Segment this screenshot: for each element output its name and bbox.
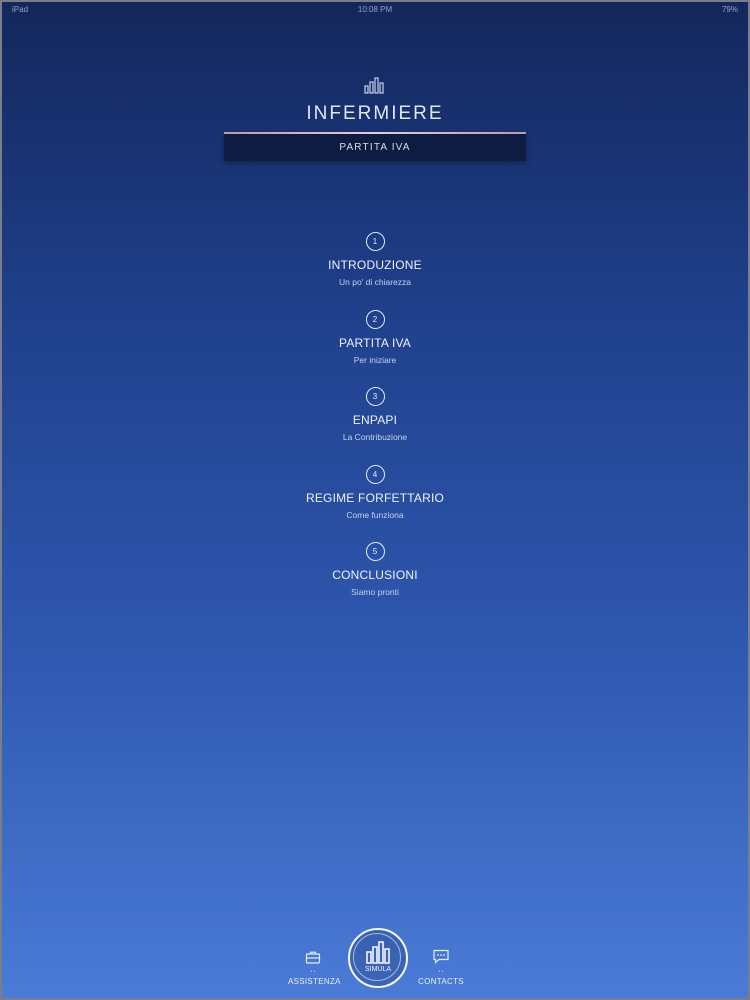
- tab-label: CONTACTS: [418, 977, 464, 986]
- status-time: 10:08 PM: [357, 4, 393, 14]
- chat-bubble-icon: [432, 949, 450, 968]
- header: INFERMIERE PARTITA IVA: [2, 76, 748, 161]
- menu-item-title: CONCLUSIONI: [332, 568, 418, 582]
- menu-item-title: INTRODUZIONE: [328, 258, 422, 272]
- chapter-menu: 1 INTRODUZIONE Un po' di chiarezza 2 PAR…: [2, 232, 748, 620]
- menu-item-subtitle: Un po' di chiarezza: [338, 277, 412, 287]
- status-bar: iPad 10:08 PM 79%: [2, 2, 748, 16]
- menu-item-subtitle: La Contribuzione: [342, 432, 408, 442]
- status-battery: 79%: [721, 4, 738, 14]
- step-number-circle: 2: [365, 309, 385, 329]
- simula-button[interactable]: SIMULA: [348, 928, 408, 988]
- bar-chart-icon: [365, 940, 391, 969]
- menu-item-regime-forfettario[interactable]: 4 REGIME FORFETTARIO Come funziona: [2, 464, 748, 543]
- menu-item-conclusioni[interactable]: 5 CONCLUSIONI Siamo pronti: [2, 542, 748, 620]
- step-number-circle: 5: [365, 542, 385, 561]
- section-subtitle: PARTITA IVA: [339, 142, 411, 153]
- menu-item-title: PARTITA IVA: [339, 335, 411, 350]
- menu-item-subtitle: Per iniziare: [353, 354, 397, 365]
- menu-item-subtitle: Come funziona: [346, 509, 404, 520]
- app-title: INFERMIERE: [306, 103, 444, 124]
- app-screen: iPad 10:08 PM 79% INFERMIERE PARTITA IVA…: [0, 0, 750, 1000]
- tab-indicator-dots: • •: [310, 969, 316, 975]
- menu-item-title: ENPAPI: [352, 413, 398, 427]
- menu-item-introduzione[interactable]: 1 INTRODUZIONE Un po' di chiarezza: [2, 232, 748, 310]
- menu-item-enpapi[interactable]: 3 ENPAPI La Contribuzione: [2, 387, 748, 465]
- menu-item-title: REGIME FORFETTARIO: [305, 490, 445, 505]
- tab-assistenza[interactable]: • • ASSISTENZA: [288, 950, 341, 986]
- menu-item-partita-iva[interactable]: 2 PARTITA IVA Per iniziare: [2, 309, 748, 388]
- step-number-circle: 1: [365, 232, 385, 251]
- briefcase-icon: [305, 951, 321, 968]
- step-number-circle: 4: [365, 464, 385, 484]
- tab-label: ASSISTENZA: [288, 977, 341, 986]
- step-number-circle: 3: [365, 387, 385, 406]
- status-carrier: iPad: [12, 4, 29, 14]
- tab-bar: • • ASSISTENZA SIMULA • • CONTACTS: [2, 928, 748, 998]
- simula-label: SIMULA: [364, 966, 392, 973]
- menu-item-subtitle: Siamo pronti: [351, 587, 399, 597]
- tab-contacts[interactable]: • • CONTACTS: [414, 949, 468, 986]
- bar-chart-icon: [364, 76, 386, 99]
- tab-indicator-dots: • •: [438, 969, 444, 975]
- section-subtitle-bar: PARTITA IVA: [224, 134, 526, 161]
